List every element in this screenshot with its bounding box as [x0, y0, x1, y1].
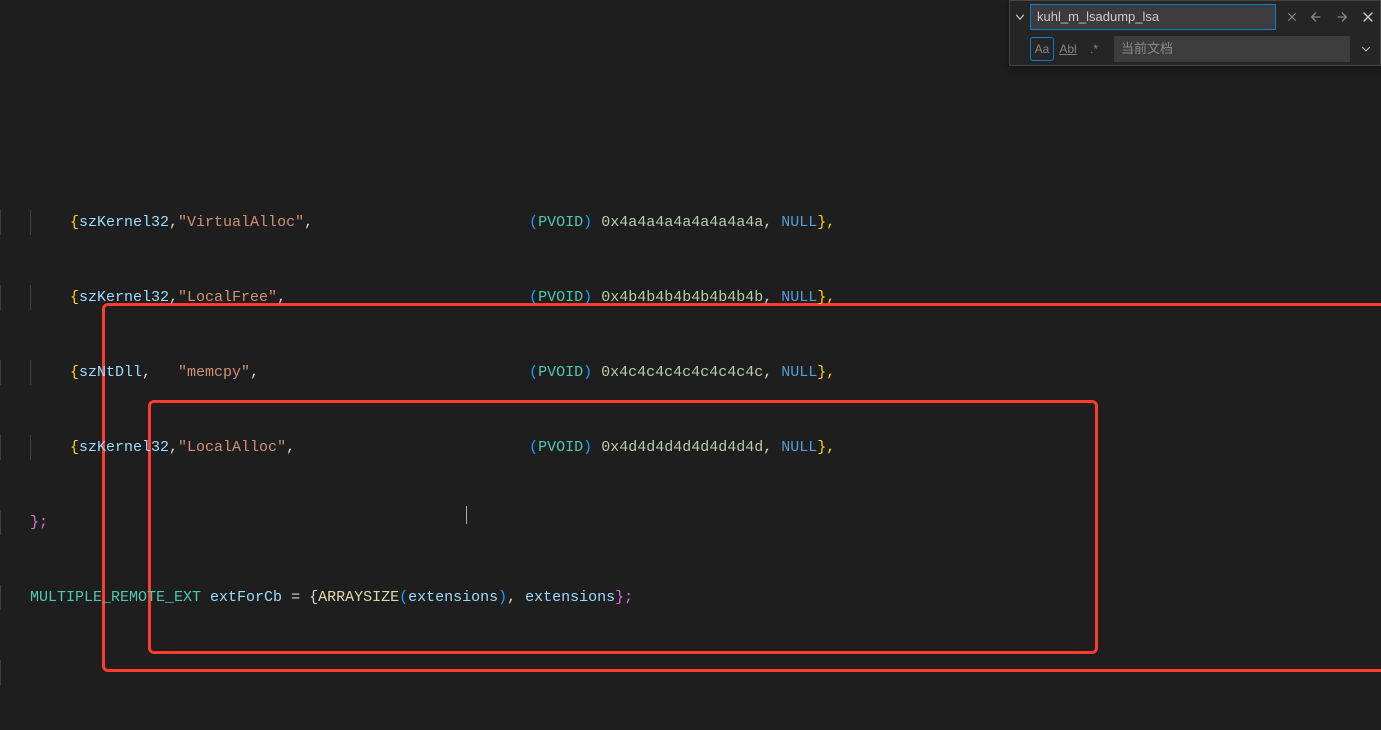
find-input[interactable]: kuhl_m_lsadump_lsa — [1030, 4, 1276, 30]
close-find-icon[interactable] — [1356, 5, 1380, 29]
replace-input[interactable]: 当前文档 — [1114, 36, 1350, 62]
prev-match-icon[interactable] — [1304, 5, 1328, 29]
annotation-box-outer — [102, 303, 1381, 672]
code-editor[interactable]: {szKernel32,"VirtualAlloc", (PVOID) 0x4a… — [0, 0, 1381, 730]
toggle-replace-icon[interactable] — [1010, 11, 1030, 23]
scope-dropdown-icon[interactable] — [1354, 37, 1378, 61]
next-match-icon[interactable] — [1330, 5, 1354, 29]
match-case-icon[interactable]: Aa — [1030, 37, 1054, 61]
whole-word-icon[interactable]: Abl — [1056, 37, 1080, 61]
find-clear-icon[interactable] — [1280, 5, 1304, 29]
regex-icon[interactable]: .* — [1082, 37, 1106, 61]
find-replace-panel: kuhl_m_lsadump_lsa Aa Abl .* 当前文档 — [1009, 0, 1381, 66]
